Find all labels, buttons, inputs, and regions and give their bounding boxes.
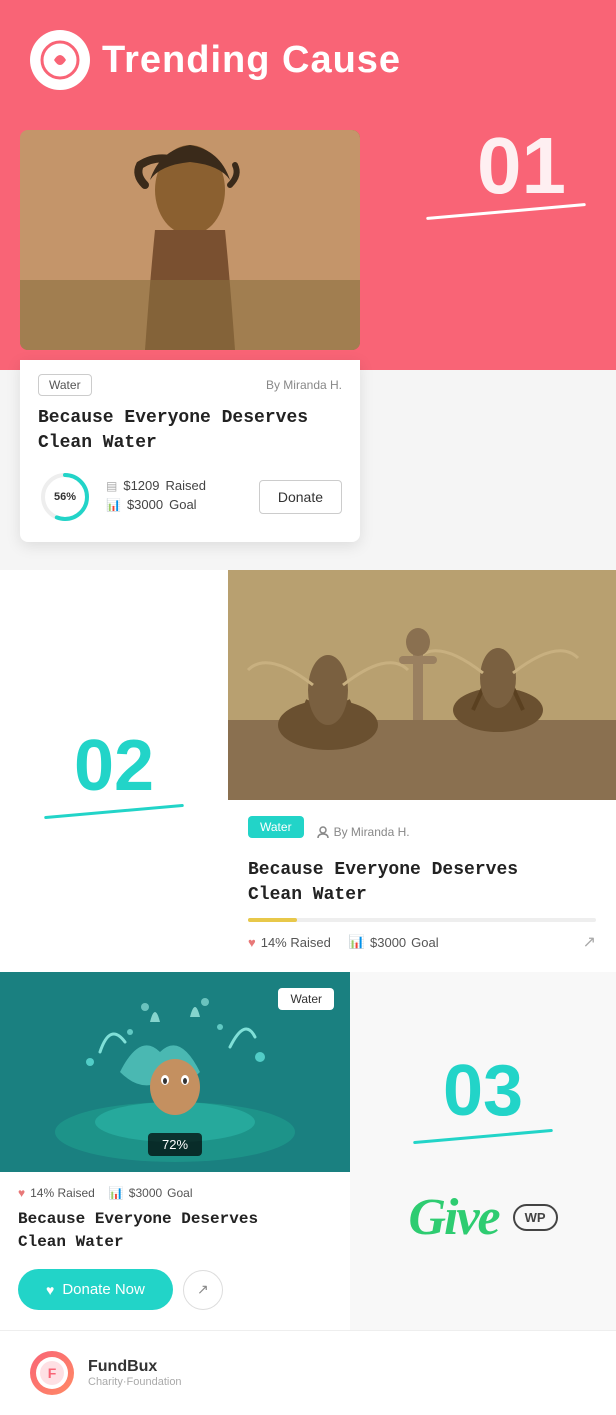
section3-water-badge: Water: [278, 988, 334, 1010]
number-03-underline: [413, 1129, 553, 1144]
section3-card: ♥ 14% Raised 📊 $3000 Goal Because Everyo…: [0, 1172, 350, 1330]
section3-raised-row: ♥ 14% Raised 📊 $3000 Goal: [18, 1186, 332, 1200]
givewp-section: Give WP: [408, 1188, 557, 1247]
section2-progress-bar: [248, 918, 596, 922]
section3-goal-item: 📊 $3000 Goal: [109, 1186, 193, 1200]
section3-pct-badge: 72%: [148, 1133, 202, 1156]
card1-tag-row: Water By Miranda H.: [38, 374, 342, 396]
section2-raised-item: ♥ 14% Raised: [248, 935, 331, 950]
card1-goal-line: 📊 $3000 Goal: [106, 497, 245, 512]
footer-logo-inner: F: [36, 1357, 68, 1389]
section2-author: By Miranda H.: [316, 825, 410, 839]
section3-right: 03 Give WP: [350, 972, 616, 1330]
footer-subtitle: Charity·Foundation: [88, 1376, 182, 1388]
card1-author: By Miranda H.: [266, 378, 342, 392]
card1-donate-button[interactable]: Donate: [259, 480, 342, 514]
section2-progress-fill: [248, 918, 297, 922]
card1-tag: Water: [38, 374, 92, 396]
section2: 02: [0, 570, 616, 972]
raised-icon: ▤: [106, 479, 117, 493]
section3-image: Water 72%: [0, 972, 350, 1172]
header-title: Trending Cause: [102, 39, 401, 82]
section3-left: Water 72% ♥ 14% Raised 📊 $3000 Goal Beca…: [0, 972, 350, 1330]
section2-raised-row: ♥ 14% Raised 📊 $3000 Goal ↗: [248, 932, 596, 952]
number-03: 03: [443, 1055, 523, 1127]
header-section: Trending Cause 01: [0, 0, 616, 370]
number-01: 01: [477, 120, 566, 212]
footer-info: FundBux Charity·Foundation: [88, 1358, 182, 1388]
card1-raised-line: ▤ $1209 Raised: [106, 478, 245, 493]
card1-progress-row: 56% ▤ $1209 Raised 📊 $3000 Goal Donate: [38, 470, 342, 524]
donate-now-button[interactable]: ♥ Donate Now: [18, 1269, 173, 1310]
footer-name: FundBux: [88, 1358, 182, 1376]
logo-icon: [30, 30, 90, 90]
card1-circle-progress: 56%: [38, 470, 92, 524]
section3-raised-item: ♥ 14% Raised: [18, 1186, 95, 1200]
section2-right: Water By Miranda H. Because Everyone Des…: [228, 570, 616, 972]
section2-card-title: Because Everyone Deserves Clean Water: [248, 858, 596, 908]
section2-left: 02: [0, 570, 228, 972]
section3-share-button[interactable]: ↗: [183, 1270, 223, 1310]
footer-logo: F: [30, 1351, 74, 1395]
card1-body: Water By Miranda H. Because Everyone Des…: [20, 360, 360, 542]
card1-pct-label: 56%: [54, 491, 76, 503]
section3-btn-row: ♥ Donate Now ↗: [18, 1269, 332, 1310]
footer: F FundBux Charity·Foundation: [0, 1330, 616, 1415]
section2-share-icon[interactable]: ↗: [583, 932, 596, 952]
wp-badge: WP: [513, 1204, 558, 1231]
card1-image: [20, 130, 360, 350]
number-02: 02: [74, 730, 154, 802]
goal-icon: 📊: [106, 498, 121, 512]
give-logo: Give: [408, 1188, 498, 1247]
section2-tag: Water: [248, 816, 304, 838]
header-top: Trending Cause: [30, 30, 586, 90]
section2-card: Water By Miranda H. Because Everyone Des…: [228, 800, 616, 972]
section2-goal-item: 📊 $3000 Goal: [349, 934, 439, 950]
section3-card-title: Because Everyone Deserves Clean Water: [18, 1208, 332, 1253]
section3: Water 72% ♥ 14% Raised 📊 $3000 Goal Beca…: [0, 972, 616, 1330]
number-02-underline: [44, 804, 184, 819]
card1-title: Because Everyone Deserves Clean Water: [38, 406, 342, 456]
section2-image: [228, 570, 616, 800]
svg-text:F: F: [48, 1365, 57, 1381]
card1-raised-info: ▤ $1209 Raised 📊 $3000 Goal: [106, 478, 245, 516]
